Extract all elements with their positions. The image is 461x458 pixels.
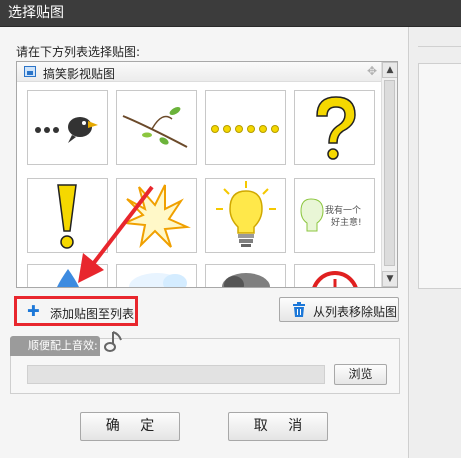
window-title: 选择贴图	[0, 0, 461, 27]
list-header: 搞笑影视贴图 ✥	[17, 62, 381, 82]
gray-cloud-drawing	[222, 273, 270, 287]
sound-effect-tab: 顺便配上音效:	[10, 336, 100, 356]
branch-leaf-sticker[interactable]	[116, 90, 197, 165]
add-sticker-button[interactable]: ✚ 添加贴图至列表	[14, 296, 138, 326]
cloud-drawing	[129, 273, 187, 287]
no-sign-drawing	[312, 271, 358, 287]
yellow-dots-drawing	[211, 125, 279, 133]
no-sign-sticker[interactable]	[294, 264, 375, 287]
browse-button[interactable]: 浏览	[334, 364, 387, 385]
scroll-down-arrow-icon[interactable]: ▼	[382, 271, 397, 287]
water-drop-sticker[interactable]	[27, 264, 108, 287]
sticker-list[interactable]: 搞笑影视贴图 ✥ 我有一个 好主意! ▲ ▼	[16, 61, 398, 288]
list-header-label: 搞笑影视贴图	[43, 67, 116, 81]
dots-bird-drawing	[35, 117, 98, 143]
sound-file-path-input[interactable]	[27, 365, 325, 384]
question-mark-drawing	[316, 96, 356, 160]
dots-bird-sticker[interactable]	[27, 90, 108, 165]
burst-sticker[interactable]	[116, 178, 197, 253]
idea-text-drawing: 我有一个 好主意!	[300, 198, 362, 232]
move-icon[interactable]: ✥	[367, 64, 377, 78]
scroll-up-arrow-icon[interactable]: ▲	[382, 62, 397, 78]
branch-drawing	[122, 107, 188, 148]
gray-cloud-sticker[interactable]	[205, 264, 286, 287]
remove-sticker-label: 从列表移除贴图	[313, 305, 398, 319]
idea-text-line1: 我有一个	[325, 204, 361, 216]
ok-button[interactable]: 确 定	[80, 412, 180, 441]
question-mark-sticker[interactable]	[294, 90, 375, 165]
image-icon	[24, 66, 36, 77]
add-sticker-label: 添加贴图至列表	[50, 307, 135, 321]
idea-text-sticker[interactable]: 我有一个 好主意!	[294, 178, 375, 253]
lightbulb-sticker[interactable]	[205, 178, 286, 253]
list-scrollbar[interactable]: ▲ ▼	[381, 62, 397, 287]
cloud-sticker[interactable]	[116, 264, 197, 287]
exclamation-drawing	[57, 184, 77, 249]
sticker-dialog: 选择贴图 请在下方列表选择贴图: 搞笑影视贴图 ✥ 我有一个 好主意! ▲ ▼ …	[0, 0, 461, 458]
plus-icon: ✚	[27, 302, 40, 320]
trash-icon	[293, 302, 305, 317]
cancel-button[interactable]: 取 消	[228, 412, 328, 441]
water-drop-drawing	[57, 269, 79, 287]
yellow-dots-sticker[interactable]	[205, 90, 286, 165]
burst-drawing	[121, 184, 191, 249]
idea-text-line2: 好主意!	[331, 216, 362, 228]
remove-sticker-button[interactable]: 从列表移除贴图	[279, 297, 399, 322]
instruction-label: 请在下方列表选择贴图:	[16, 45, 141, 59]
preview-panel	[418, 63, 461, 289]
scroll-thumb[interactable]	[384, 80, 395, 266]
music-note-icon	[104, 331, 122, 352]
side-divider	[418, 46, 461, 47]
lightbulb-drawing	[216, 181, 276, 247]
exclamation-mark-sticker[interactable]	[27, 178, 108, 253]
preview-side-panel	[410, 27, 461, 458]
